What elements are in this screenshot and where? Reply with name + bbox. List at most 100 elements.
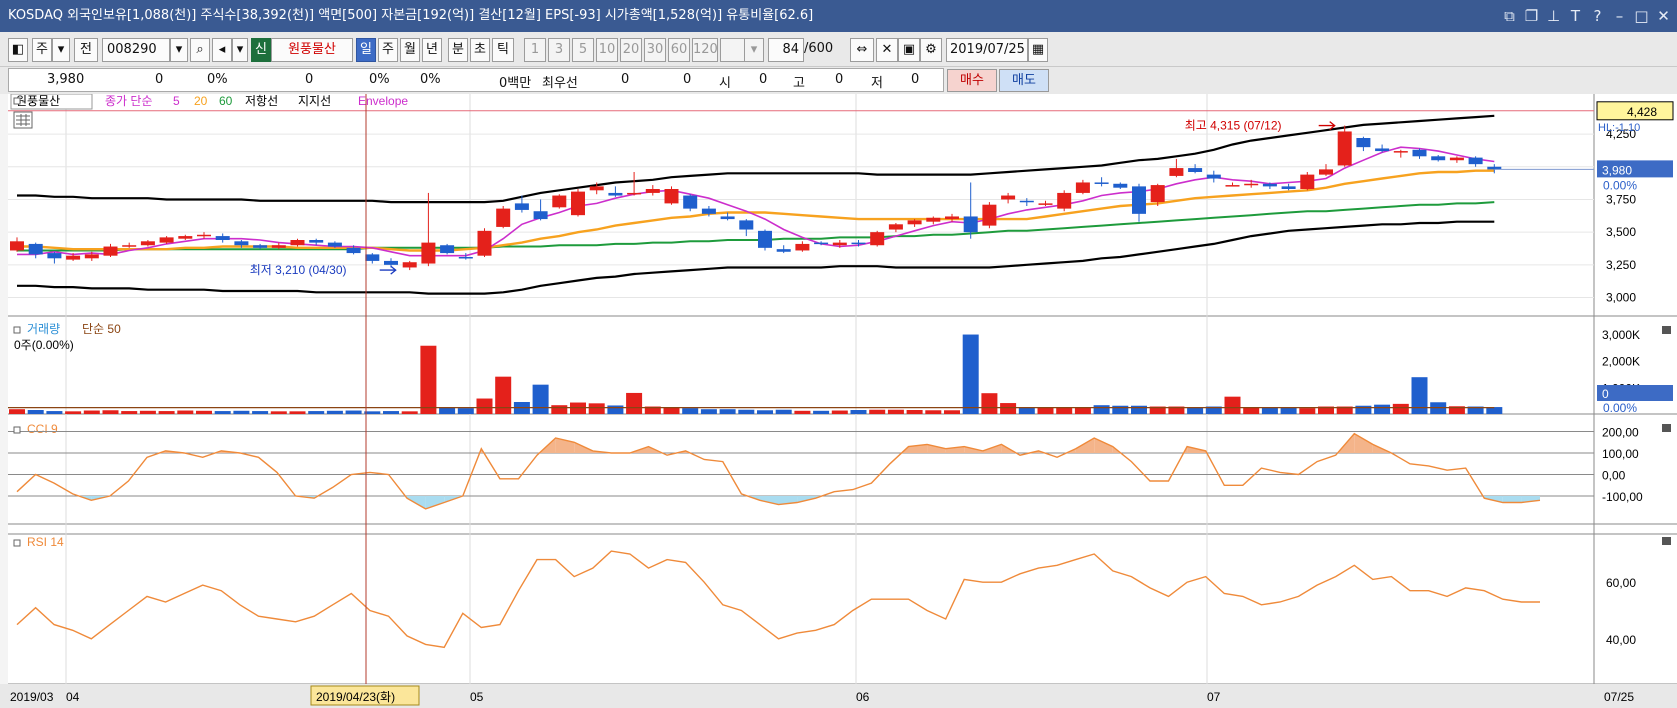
interval-dropdown-icon[interactable]: ▾: [744, 38, 764, 62]
candle: [963, 216, 978, 233]
prev-button[interactable]: 전: [74, 38, 98, 62]
sell-button[interactable]: 매도: [999, 69, 1049, 92]
date-axis-label-05: 05: [470, 690, 484, 704]
stock-code-input[interactable]: 008290: [102, 38, 170, 62]
period-day-button[interactable]: 일: [356, 38, 376, 62]
search-icon[interactable]: ⌕: [190, 38, 210, 62]
interval-120-button[interactable]: 120: [692, 38, 718, 62]
candle: [683, 195, 698, 209]
restore-layout-icon[interactable]: ⧉: [1502, 0, 1517, 32]
high-value: 0: [835, 72, 844, 87]
volume-bar: [1392, 403, 1409, 414]
candle: [1431, 156, 1446, 161]
date-axis-background: [0, 684, 1677, 708]
toolbar: ◧ 주 ▾ 전 008290 ▾ ⌕ ◂ ▾ 신 원풍물산 일 주 월 년 분 …: [0, 32, 1677, 67]
candle: [589, 186, 604, 191]
candle: [926, 217, 941, 222]
candle: [645, 189, 660, 193]
candle: [514, 203, 529, 210]
volume-bar: [270, 411, 287, 414]
candle: [47, 253, 62, 259]
trade-amount: 0백만: [499, 76, 532, 91]
period-month-button[interactable]: 월: [400, 38, 420, 62]
pin-icon[interactable]: ⊥: [1546, 0, 1561, 32]
candle: [271, 245, 286, 248]
interval-60-button[interactable]: 60: [668, 38, 690, 62]
candle: [851, 242, 866, 245]
candle: [365, 254, 380, 261]
interval-10-button[interactable]: 10: [596, 38, 618, 62]
move-chart-icon[interactable]: ⇔: [850, 38, 874, 62]
candle: [1188, 168, 1203, 172]
quote-box: 3,980 0 0% 0 0% 0% 0백만 최우선 0 0 시 0 고 0 저…: [8, 68, 944, 92]
candle: [327, 242, 342, 247]
minimize-icon[interactable]: –: [1612, 0, 1627, 32]
volume-bar: [476, 398, 493, 414]
volume-ma-legend: 단순 50: [82, 322, 121, 336]
settings-gear-icon[interactable]: ⚙: [920, 38, 942, 62]
high-label: 고: [793, 76, 805, 91]
volume-panel-close-icon[interactable]: [1662, 326, 1671, 334]
date-axis-label-end: 07/25: [1604, 690, 1634, 704]
candle: [608, 192, 623, 196]
interval-1-button[interactable]: 1: [524, 38, 546, 62]
stock-chart[interactable]: 원풍물산 종가 단순 5 20 60 저항선 지지선 Envelope 거래량 …: [0, 94, 1677, 708]
interval-5-button[interactable]: 5: [572, 38, 594, 62]
window-copy-icon[interactable]: ❐: [1524, 0, 1539, 32]
volume-bar: [308, 411, 325, 414]
high-annotation: 최고 4,315 (07/12): [1185, 119, 1282, 133]
interval-30-button[interactable]: 30: [644, 38, 666, 62]
volume-bar: [289, 411, 306, 414]
date-axis-label-04: 04: [66, 690, 80, 704]
volume-bar: [177, 410, 194, 414]
volume-bar: [700, 409, 717, 414]
volume-bar: [1093, 405, 1110, 414]
candle: [1113, 183, 1128, 188]
rsi-panel-close-icon[interactable]: [1662, 537, 1671, 545]
calendar-icon[interactable]: ▦: [1028, 38, 1048, 62]
help-icon[interactable]: ?: [1590, 0, 1605, 32]
credit-badge: 신: [251, 38, 271, 62]
period-type-dropdown-icon[interactable]: ▾: [52, 38, 70, 62]
candle: [1132, 186, 1146, 214]
period-minute-button[interactable]: 분: [448, 38, 468, 62]
layout-icon[interactable]: ◧: [8, 38, 28, 62]
volume-bar: [457, 408, 474, 414]
close-icon[interactable]: ✕: [1656, 0, 1671, 32]
volume-bar: [345, 410, 362, 414]
period-week-button[interactable]: 주: [378, 38, 398, 62]
period-tick-button[interactable]: 틱: [492, 38, 514, 62]
interval-20-button[interactable]: 20: [620, 38, 642, 62]
date-input[interactable]: 2019/07/25: [946, 38, 1028, 62]
interval-3-button[interactable]: 3: [548, 38, 570, 62]
cci-axis-tick: 0,00: [1602, 469, 1626, 483]
code-dropdown-icon[interactable]: ▾: [170, 38, 188, 62]
candle: [701, 208, 716, 214]
volume-bar: [944, 410, 960, 414]
date-axis-label-start: 2019/03: [10, 690, 54, 704]
speaker-icon[interactable]: ◂: [212, 38, 232, 62]
rsi-legend-title: RSI 14: [27, 535, 64, 549]
buy-button[interactable]: 매수: [947, 69, 997, 92]
bar-count-input[interactable]: 84: [768, 38, 804, 62]
maximize-icon[interactable]: □: [1634, 0, 1649, 32]
speaker-dropdown-icon[interactable]: ▾: [232, 38, 248, 62]
best-bid: 0: [621, 72, 630, 87]
period-type-select[interactable]: 주: [32, 38, 52, 62]
drawing-tool-icon[interactable]: ✕: [876, 38, 898, 62]
volume-bar: [495, 376, 512, 414]
period-second-button[interactable]: 초: [470, 38, 490, 62]
ma20-legend: 20: [194, 94, 208, 108]
stock-legend-label: 원풍물산: [16, 94, 60, 108]
period-year-button[interactable]: 년: [422, 38, 442, 62]
stock-name-field[interactable]: 원풍물산: [271, 38, 353, 62]
text-icon[interactable]: T: [1568, 0, 1583, 32]
title-bar: KOSDAQ 외국인보유[1,088(천)] 주식수[38,392(천)] 액면…: [0, 0, 1677, 32]
volume-bar: [532, 384, 549, 414]
cci-panel-close-icon[interactable]: [1662, 424, 1671, 432]
volume-axis-tick: 2,000K: [1602, 355, 1640, 369]
candle: [122, 245, 137, 247]
volume-bar: [831, 410, 848, 414]
candle: [1319, 169, 1333, 175]
save-icon[interactable]: ▣: [898, 38, 920, 62]
